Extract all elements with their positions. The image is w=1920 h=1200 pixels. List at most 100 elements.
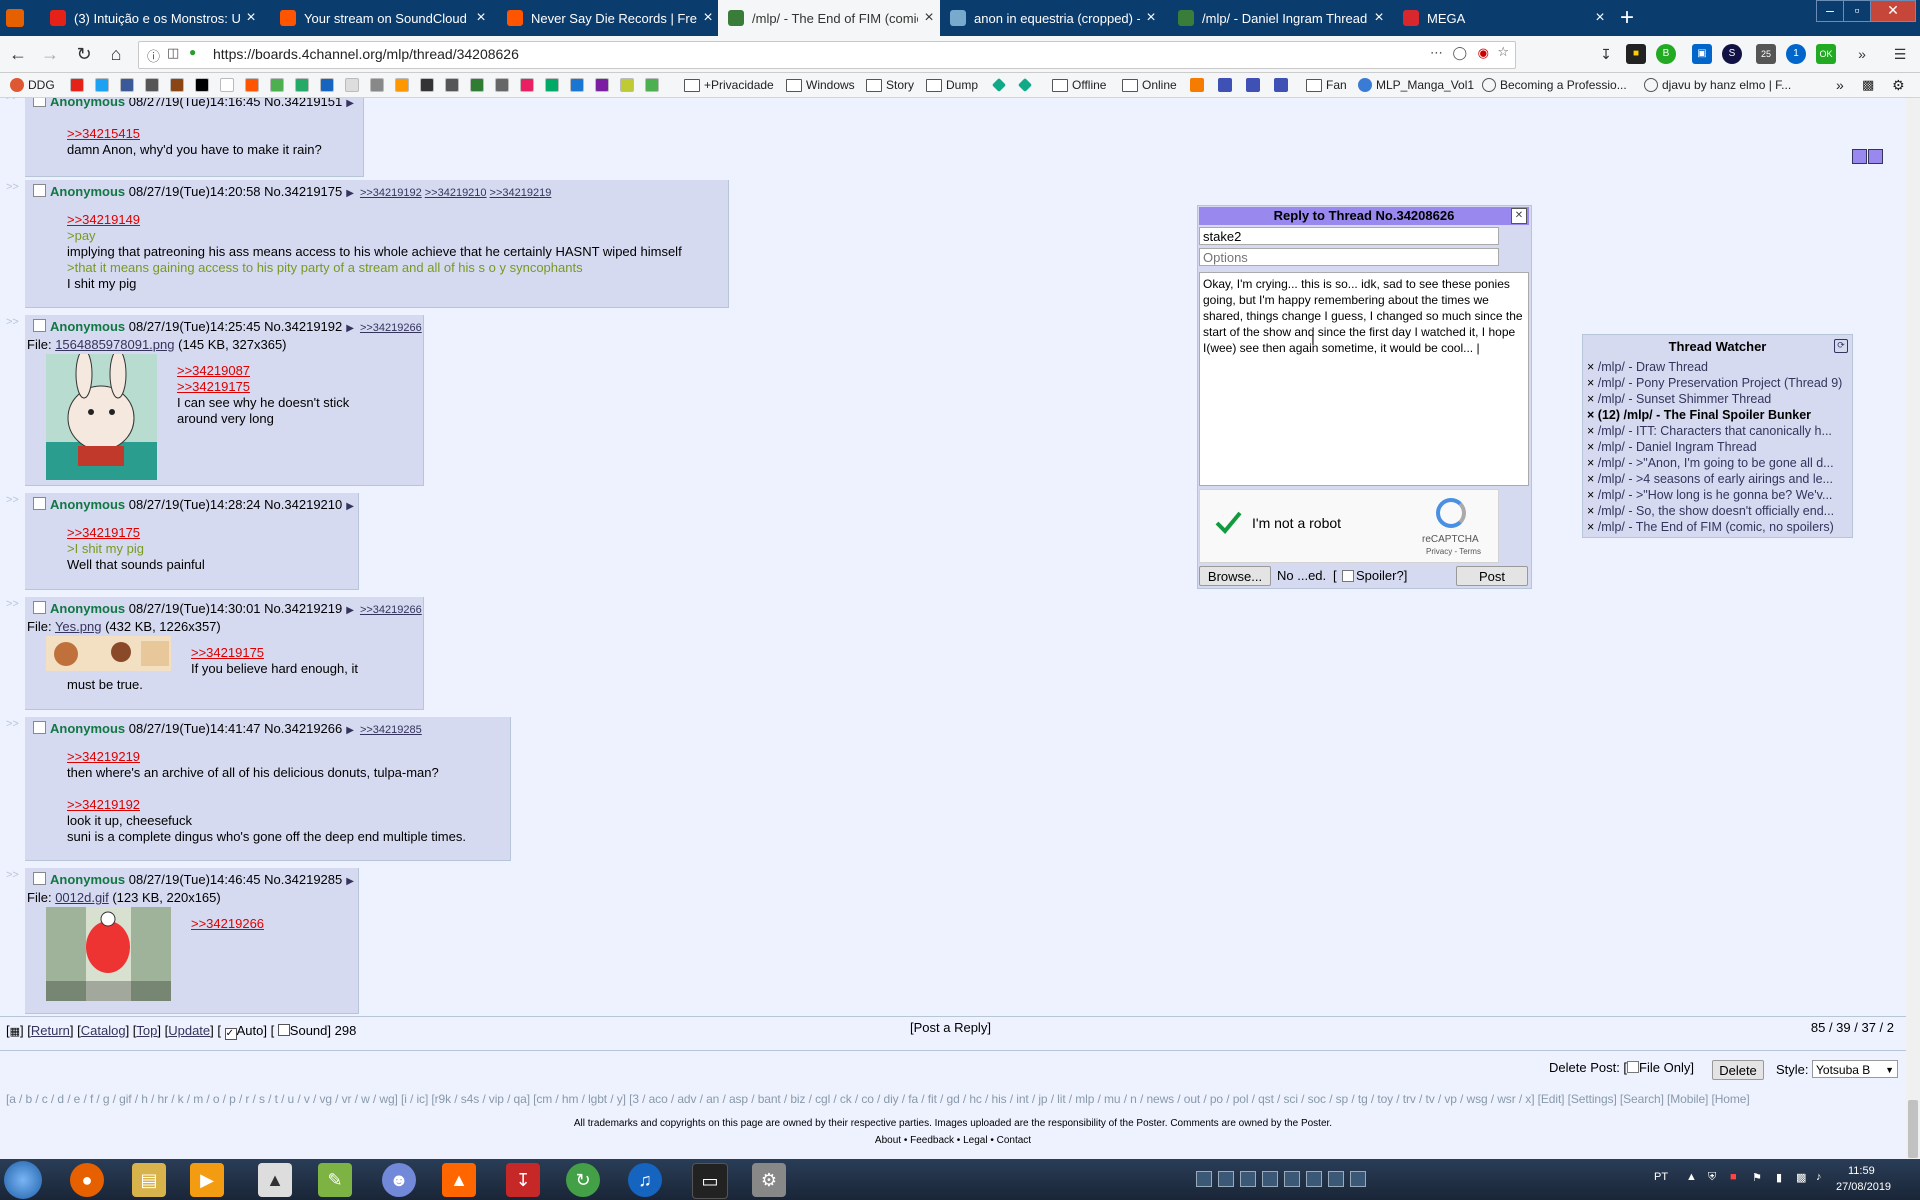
post-menu-arrow-icon[interactable]: ▶ <box>346 323 354 334</box>
delete-button[interactable]: Delete <box>1712 1060 1764 1080</box>
extension-icon[interactable]: 25 <box>1756 44 1776 64</box>
browse-file-button[interactable]: Browse... <box>1199 566 1271 586</box>
spoiler-checkbox[interactable] <box>1342 570 1354 582</box>
new-tab-button[interactable]: + <box>1620 4 1634 32</box>
gear-icon[interactable]: ⚙ <box>1892 76 1905 94</box>
post-menu-arrow-icon[interactable]: ▶ <box>346 98 354 109</box>
bookmark-favicon-icon[interactable] <box>270 78 284 92</box>
bookmark-favicon-icon[interactable] <box>645 78 659 92</box>
post-number-link[interactable]: No.34219192 <box>264 319 342 334</box>
tray-app-icon[interactable] <box>1284 1171 1300 1187</box>
bookmark-favicon-icon[interactable] <box>1246 78 1260 92</box>
tab-close-icon[interactable]: × <box>918 9 940 27</box>
bookmark-favicon-icon[interactable] <box>470 78 484 92</box>
bookmark-favicon-icon[interactable] <box>245 78 259 92</box>
bookmark-folder-story[interactable]: Story <box>866 76 914 94</box>
bookmark-favicon-icon[interactable] <box>145 78 159 92</box>
hamburger-menu-icon[interactable]: ☰ <box>1890 44 1910 64</box>
bookmark-favicon-icon[interactable] <box>520 78 534 92</box>
watched-thread-item[interactable]: × /mlp/ - >"Anon, I'm going to be gone a… <box>1587 456 1849 470</box>
watched-thread-item[interactable]: × /mlp/ - The End of FIM (comic, no spoi… <box>1587 520 1849 534</box>
bookmark-favicon-icon[interactable] <box>395 78 409 92</box>
reload-icon[interactable]: ↻ <box>72 42 96 66</box>
page-scrollbar[interactable] <box>1906 98 1920 1159</box>
post-select-checkbox[interactable] <box>33 601 46 614</box>
bookmark-folder-offline[interactable]: Offline <box>1052 76 1106 94</box>
auto-checkbox[interactable]: ✓ <box>224 1028 237 1040</box>
tab-close-icon[interactable]: × <box>240 9 262 27</box>
post-thumbnail-image[interactable] <box>46 354 157 480</box>
backlink[interactable]: >>34219219 <box>490 187 552 199</box>
home-icon[interactable]: ⌂ <box>104 42 128 66</box>
bookmark-favicon-icon[interactable] <box>320 78 334 92</box>
bookmark-folder-privacidade[interactable]: +Privacidade <box>684 76 774 94</box>
watched-thread-item[interactable]: × /mlp/ - Draw Thread <box>1587 360 1849 374</box>
tray-app-icon[interactable] <box>1350 1171 1366 1187</box>
file-link[interactable]: 0012d.gif <box>55 890 109 905</box>
tray-app-icon[interactable] <box>1306 1171 1322 1187</box>
post-select-checkbox[interactable] <box>33 184 46 197</box>
file-link[interactable]: 1564885978091.png <box>55 337 174 352</box>
bookmark-djavu[interactable]: djavu by hanz elmo | F... <box>1644 76 1791 94</box>
post-number-link[interactable]: No.34219266 <box>264 721 342 736</box>
start-button[interactable] <box>4 1161 42 1199</box>
remove-watch-icon[interactable]: × <box>1587 360 1598 374</box>
top-link[interactable]: Top <box>136 1023 157 1038</box>
tab-6[interactable]: MEGA × <box>1393 0 1611 36</box>
bookmark-folder-dump[interactable]: Dump <box>926 76 978 94</box>
notepad-icon[interactable]: ✎ <box>318 1163 352 1197</box>
headphones-icon[interactable]: ♫ <box>628 1163 662 1197</box>
quote-link[interactable]: >>34219175 <box>191 645 358 661</box>
comment-textarea[interactable] <box>1199 272 1529 486</box>
firefox-menu-icon[interactable] <box>6 9 24 27</box>
downloads-icon[interactable]: ↧ <box>1596 44 1616 64</box>
bookmark-favicon-icon[interactable] <box>420 78 434 92</box>
bookmark-green-diamond[interactable] <box>991 76 1008 94</box>
watched-thread-item[interactable]: × (12) /mlp/ - The Final Spoiler Bunker <box>1587 408 1849 422</box>
tab-close-icon[interactable]: × <box>470 9 492 27</box>
backlink[interactable]: >>34219266 <box>360 604 422 616</box>
quote-link[interactable]: >>34215415 <box>67 126 322 142</box>
post-menu-arrow-icon[interactable]: ▶ <box>346 876 354 887</box>
bookmark-star-icon[interactable]: ☆ <box>1497 44 1509 60</box>
return-link[interactable]: Return <box>31 1023 70 1038</box>
close-icon[interactable]: ✕ <box>1511 208 1527 224</box>
tray-expand-icon[interactable]: ▲ <box>1686 1171 1697 1183</box>
tray-app-icon[interactable] <box>1240 1171 1256 1187</box>
extension-icon[interactable]: 1 <box>1786 44 1806 64</box>
shield-icon[interactable]: ◫ <box>167 45 179 61</box>
catalog-link[interactable]: Catalog <box>81 1023 126 1038</box>
header-toggle-icon[interactable] <box>1852 149 1867 164</box>
watched-thread-item[interactable]: × /mlp/ - >"How long is he gonna be? We'… <box>1587 488 1849 502</box>
header-toggle-icon[interactable] <box>1868 149 1883 164</box>
bookmark-favicon-icon[interactable] <box>195 78 209 92</box>
post-select-checkbox[interactable] <box>33 98 46 107</box>
media-player-icon[interactable]: ▶ <box>190 1163 224 1197</box>
flag-icon[interactable]: ⚑ <box>1752 1171 1762 1184</box>
back-button[interactable]: ← <box>6 42 30 66</box>
forward-button[interactable]: → <box>38 42 62 66</box>
tray-app-icon[interactable] <box>1218 1171 1234 1187</box>
post-select-checkbox[interactable] <box>33 319 46 332</box>
sync-app-icon[interactable]: ↻ <box>566 1163 600 1197</box>
bookmark-ddg[interactable]: DDG <box>10 76 55 94</box>
grid-icon[interactable]: ▦ <box>10 1026 20 1038</box>
quote-link[interactable]: >>34219149 <box>67 212 682 228</box>
tab-close-icon[interactable]: × <box>1368 9 1390 27</box>
clock-time[interactable]: 11:59 <box>1848 1165 1875 1177</box>
bookmark-mlp-manga[interactable]: MLP_Manga_Vol1 <box>1358 76 1474 94</box>
quote-link[interactable]: >>34219175 <box>177 379 349 395</box>
remove-watch-icon[interactable]: × <box>1587 488 1598 502</box>
post-thumbnail-image[interactable] <box>46 907 171 1001</box>
remove-watch-icon[interactable]: × <box>1587 392 1598 406</box>
post-select-checkbox[interactable] <box>33 872 46 885</box>
language-indicator[interactable]: PT <box>1654 1171 1668 1183</box>
post-number-link[interactable]: No.34219210 <box>264 497 342 512</box>
bookmark-favicon-icon[interactable] <box>1190 78 1204 92</box>
file-link[interactable]: Yes.png <box>55 619 102 634</box>
pocket-icon[interactable]: ◯ <box>1452 45 1467 61</box>
download-manager-icon[interactable]: ↧ <box>506 1163 540 1197</box>
url-input[interactable] <box>211 45 1415 63</box>
tab-5[interactable]: /mlp/ - Daniel Ingram Thread - × <box>1168 0 1390 36</box>
bookmark-favicon-icon[interactable] <box>170 78 184 92</box>
